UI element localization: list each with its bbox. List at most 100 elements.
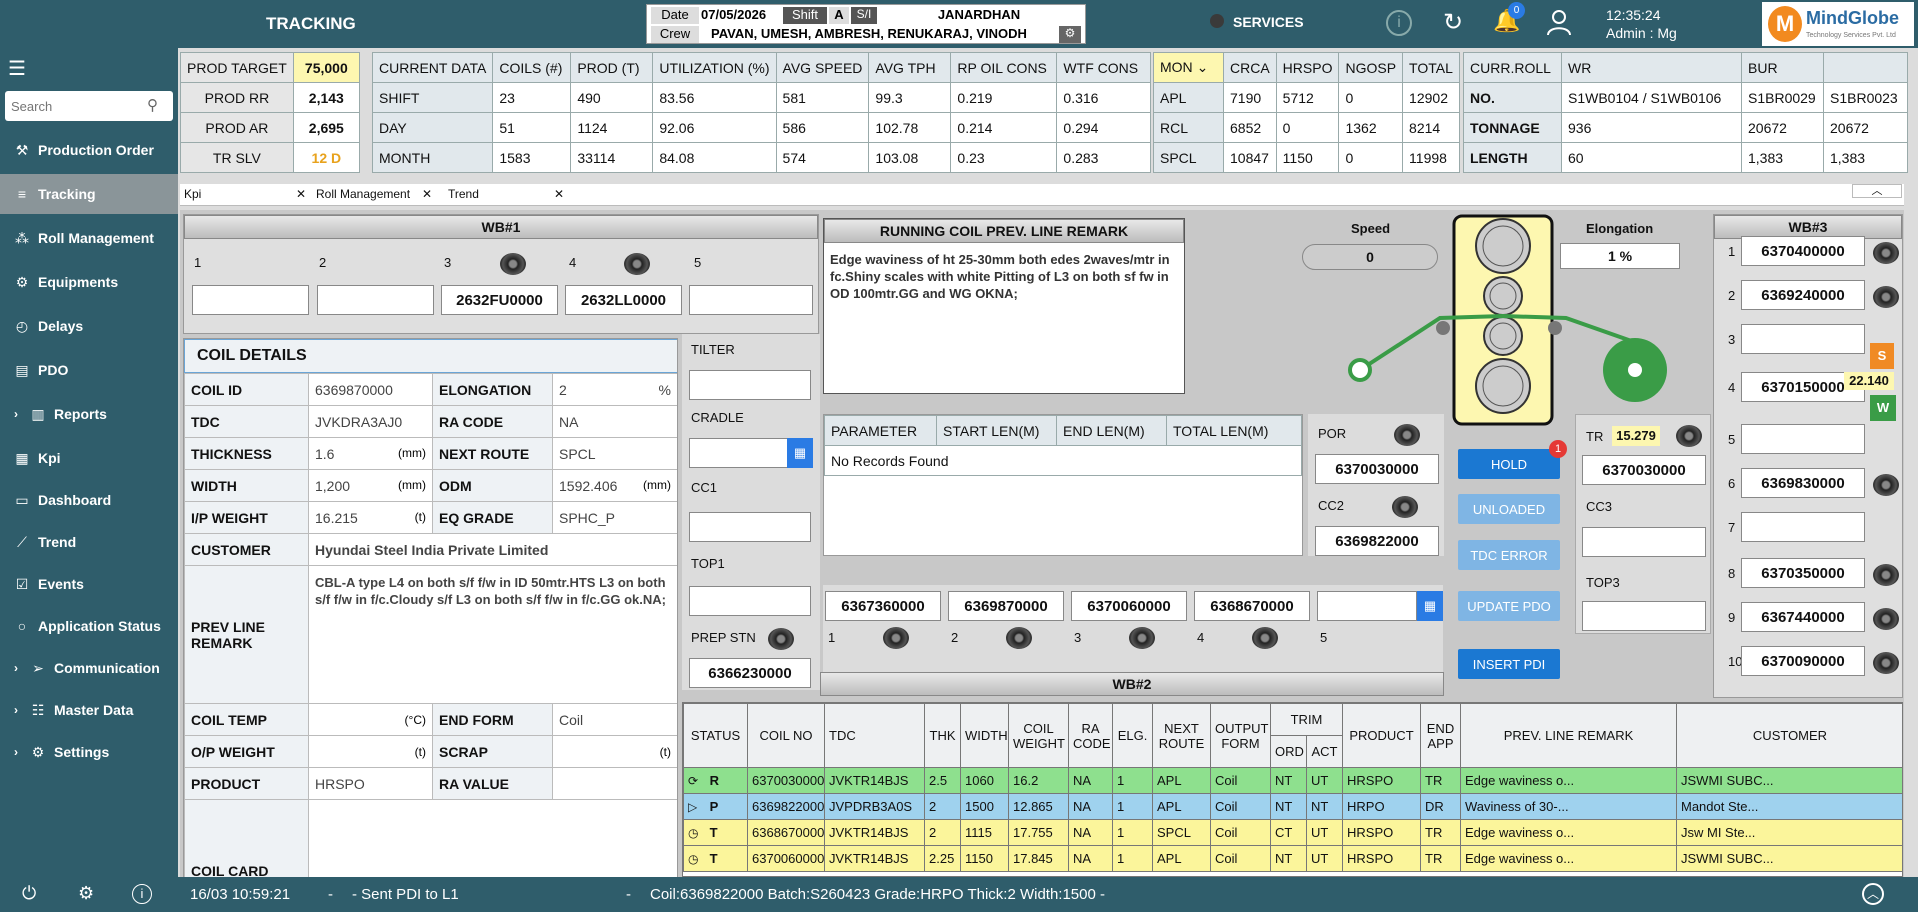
wb3-slot-1[interactable]: 6370400000 — [1741, 236, 1865, 266]
next-route-field[interactable]: SPCL — [552, 437, 677, 470]
tr-field[interactable]: 6370030000 — [1582, 455, 1706, 485]
coil-icon — [1873, 652, 1899, 674]
prep-stn-field[interactable]: 6366230000 — [689, 658, 811, 688]
wb3-slot-7[interactable] — [1741, 512, 1865, 542]
insert-pdi-button[interactable]: INSERT PDI — [1458, 649, 1560, 679]
table-row[interactable]: ◷ T 6368670000 JVKTR14BJS 2 1115 17.755 NA 1 SPC… — [683, 819, 1902, 846]
thickness-field[interactable]: 1.6 (mm) — [308, 437, 433, 470]
power-icon[interactable]: ⏻ — [22, 883, 36, 904]
sidebar-item-production-order[interactable]: ⚒ Production Order — [0, 130, 178, 170]
sidebar-item-trend[interactable]: ⟋ Trend — [0, 522, 178, 562]
op-weight-field[interactable]: (t) — [308, 735, 433, 768]
wb1-slot-3[interactable]: 2632FU0000 — [441, 285, 558, 315]
month-selector[interactable]: MON ⌄ — [1153, 52, 1224, 83]
table-row[interactable]: ▷ P 6369822000 JVPDRB3A0S 2 1500 12.865 NA 1 APL… — [683, 793, 1902, 820]
dashboard-icon: ▭ — [15, 491, 29, 508]
hold-button[interactable]: HOLD — [1458, 449, 1560, 479]
top3-field[interactable] — [1582, 601, 1706, 631]
odm-field[interactable]: 1592.406 (mm) — [552, 469, 677, 502]
chevron-down-icon: ⌄ — [1196, 59, 1209, 75]
coil-temp-field[interactable]: (°C) — [308, 703, 433, 736]
tdc-field[interactable]: JVKDRA3AJ0 — [308, 405, 433, 438]
product-field[interactable]: HRSPO — [308, 767, 433, 800]
tab-kpi[interactable]: Kpi ✕ — [184, 187, 308, 201]
close-icon[interactable]: ✕ — [296, 187, 306, 201]
tdc-error-button[interactable]: TDC ERROR — [1458, 540, 1560, 570]
qr-scan-icon[interactable]: ▦ — [1417, 591, 1443, 621]
sidebar-item-roll-management[interactable]: ⁂ Roll Management — [0, 218, 178, 258]
search-icon[interactable]: ⚲ — [147, 96, 158, 114]
sidebar-item-communication[interactable]: › ➢ Communication — [0, 648, 178, 688]
customer-field[interactable]: Hyundai Steel India Private Limited — [308, 533, 677, 566]
services-label[interactable]: SERVICES — [1233, 14, 1304, 30]
end-form-field[interactable]: Coil — [552, 703, 677, 736]
cradle-field[interactable] — [689, 438, 789, 468]
refresh-icon[interactable]: ↻ — [1443, 8, 1463, 37]
ra-code-field[interactable]: NA — [552, 405, 677, 438]
hamburger-icon[interactable]: ☰ — [8, 56, 26, 81]
coil-card-field[interactable] — [308, 799, 677, 877]
wb2-slot-4[interactable]: 6368670000 — [1194, 591, 1310, 621]
sidebar-item-events[interactable]: ☑ Events — [0, 564, 178, 604]
table-row[interactable]: ◷ T 6370060000 JVKTR14BJS 2.25 1150 17.845 NA 1… — [683, 845, 1902, 872]
close-icon[interactable]: ✕ — [554, 187, 564, 201]
wb3-slot-9[interactable]: 6367440000 — [1741, 602, 1865, 632]
wb3-slot-10[interactable]: 6370090000 — [1741, 646, 1865, 676]
sidebar-item-dashboard[interactable]: ▭ Dashboard — [0, 480, 178, 520]
cc1-field[interactable] — [689, 512, 811, 542]
width-field[interactable]: 1,200 (mm) — [308, 469, 433, 502]
table-row: SHIFT 23 490 83.56 581 99.3 0.219 0.316 — [371, 82, 1152, 113]
sidebar-item-tracking[interactable]: ≡ Tracking — [0, 174, 178, 214]
wb1-slot-2[interactable] — [317, 285, 434, 315]
wb3-slot-2[interactable]: 6369240000 — [1741, 280, 1865, 310]
qr-scan-icon[interactable]: ▦ — [787, 438, 813, 468]
table-row[interactable]: ⟳ R 6370030000 JVKTR14BJS 2.5 1060 16.2 NA 1 APL… — [683, 767, 1902, 794]
scrap-field[interactable]: (t) — [552, 735, 677, 768]
sidebar-item-application-status[interactable]: ○ Application Status — [0, 606, 178, 646]
ra-value-field[interactable] — [552, 767, 677, 800]
date-value: 07/05/2026 — [701, 7, 767, 22]
close-icon[interactable]: ✕ — [422, 187, 432, 201]
gear-icon[interactable]: ⚙ — [78, 883, 94, 904]
sidebar-item-kpi[interactable]: ▦ Kpi — [0, 438, 178, 478]
wb2-slot-2[interactable]: 6369870000 — [948, 591, 1064, 621]
wb1-slot-4[interactable]: 2632LL0000 — [565, 285, 682, 315]
por-field[interactable]: 6370030000 — [1315, 454, 1439, 484]
eq-grade-field[interactable]: SPHC_P — [552, 501, 677, 534]
sidebar-item-master-data[interactable]: › ☷ Master Data — [0, 690, 178, 730]
unloaded-button[interactable]: UNLOADED — [1458, 494, 1560, 524]
cc2-field[interactable]: 6369822000 — [1315, 526, 1439, 556]
wb2-slot-1[interactable]: 6367360000 — [825, 591, 941, 621]
sidebar-item-pdo[interactable]: ▤ PDO — [0, 350, 178, 390]
wb2-slot-5[interactable] — [1317, 591, 1417, 621]
wb1-slot-5[interactable] — [689, 285, 813, 315]
info-icon[interactable]: i — [1386, 10, 1412, 36]
tab-trend[interactable]: Trend ✕ — [448, 187, 572, 201]
ip-weight-field[interactable]: 16.215 (t) — [308, 501, 433, 534]
top1-field[interactable] — [689, 586, 811, 616]
chevron-up-icon[interactable]: ︿ — [1862, 883, 1884, 905]
wb1-slot-1[interactable] — [192, 285, 309, 315]
sidebar-item-delays[interactable]: ◴ Delays — [0, 306, 178, 346]
update-pdo-button[interactable]: UPDATE PDO — [1458, 591, 1560, 621]
wb2-slot-3[interactable]: 6370060000 — [1071, 591, 1187, 621]
prev-line-remark-field[interactable]: CBL-A type L4 on both s/f f/w in ID 50mt… — [308, 565, 677, 704]
wb3-slot-8[interactable]: 6370350000 — [1741, 558, 1865, 588]
sidebar-item-settings[interactable]: › ⚙ Settings — [0, 732, 178, 772]
search-input[interactable] — [5, 91, 145, 121]
user-icon[interactable] — [1546, 8, 1572, 36]
tilter-field[interactable] — [689, 370, 811, 400]
coil-id-field[interactable]: 6369870000 — [308, 373, 433, 406]
info-icon[interactable]: i — [132, 884, 152, 904]
wb3-slot-6[interactable]: 6369830000 — [1741, 468, 1865, 498]
collapse-chevron-icon[interactable]: ︿ — [1852, 184, 1902, 198]
crew-settings-icon[interactable]: ⚙ — [1059, 26, 1081, 43]
tab-roll-management[interactable]: Roll Management ✕ — [316, 187, 440, 201]
elongation-field[interactable]: 2% — [552, 373, 677, 406]
wb3-slot-3[interactable] — [1741, 324, 1865, 354]
cc3-field[interactable] — [1582, 527, 1706, 557]
sidebar-item-equipments[interactable]: ⚙ Equipments — [0, 262, 178, 302]
sidebar-search[interactable]: ⚲ — [5, 91, 173, 121]
sidebar-item-reports[interactable]: › ▥ Reports — [0, 394, 178, 434]
wb3-slot-5[interactable] — [1741, 424, 1865, 454]
